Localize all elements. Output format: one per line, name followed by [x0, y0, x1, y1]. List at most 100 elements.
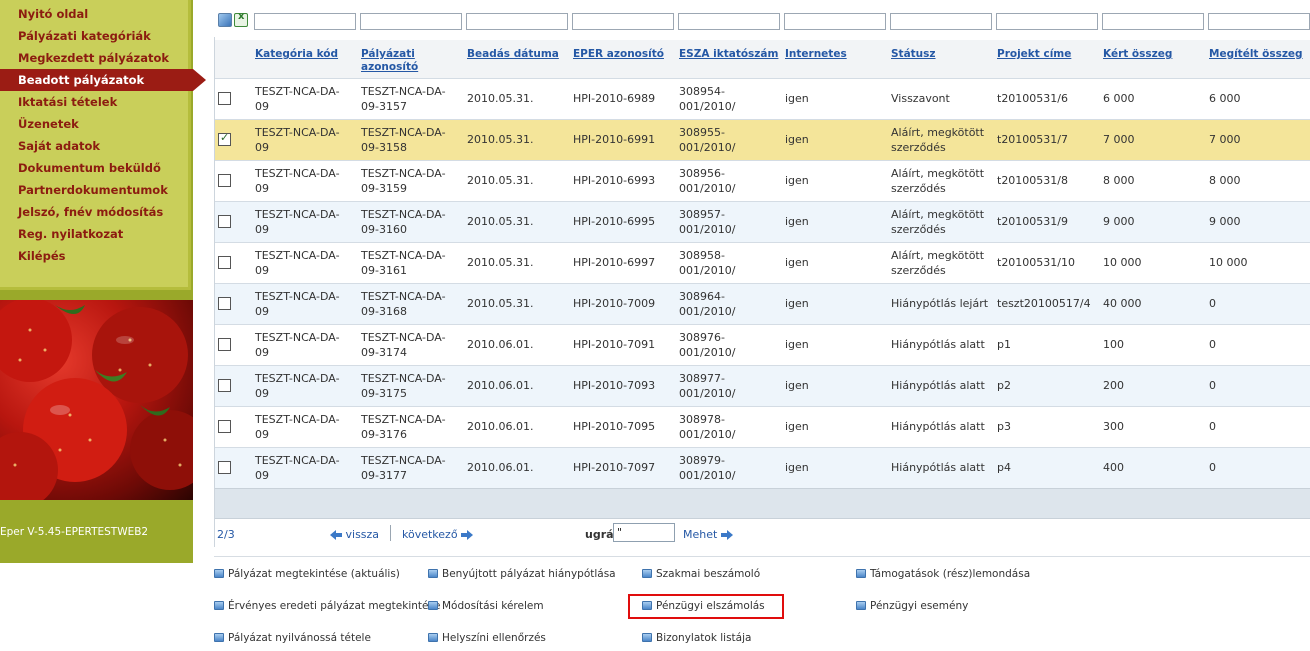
- column-filter-input[interactable]: [784, 13, 886, 30]
- prev-page-link[interactable]: vissza: [330, 528, 379, 541]
- column-header[interactable]: ESZA iktatószám: [679, 48, 778, 61]
- sidebar-item[interactable]: Jelszó, fnév módosítás: [0, 201, 188, 223]
- action-link[interactable]: Módosítási kérelem: [428, 598, 544, 614]
- goto-page-input[interactable]: ": [613, 523, 675, 542]
- column-filter-input[interactable]: [1208, 13, 1310, 30]
- table-row[interactable]: TESZT-NCA-DA- 09 TESZT-NCA-DA- 09-3157 2010.…: [215, 78, 1310, 119]
- column-filter-input[interactable]: [466, 13, 568, 30]
- column-header[interactable]: Projekt címe: [997, 48, 1071, 61]
- table-row[interactable]: TESZT-NCA-DA- 09 TESZT-NCA-DA- 09-3175 2010.…: [215, 365, 1310, 406]
- refresh-icon[interactable]: [218, 13, 232, 27]
- sidebar-item[interactable]: Iktatási tételek: [0, 91, 188, 113]
- esza-filing-number-line: 308979-: [679, 454, 725, 467]
- column-filter-input[interactable]: [996, 13, 1098, 30]
- column-filter-input[interactable]: [572, 13, 674, 30]
- column-header[interactable]: Pályázati azonosító: [361, 48, 418, 74]
- action-link[interactable]: Bizonylatok listája: [642, 630, 751, 646]
- esza-filing-number-line: 308964-: [679, 290, 725, 303]
- internet-flag: igen: [785, 256, 809, 269]
- row-checkbox[interactable]: [218, 256, 231, 269]
- action-link[interactable]: Érvényes eredeti pályázat megtekintése: [214, 598, 440, 614]
- column-filter-input[interactable]: [678, 13, 780, 30]
- submission-date: 2010.05.31.: [467, 174, 534, 187]
- column-filter-input[interactable]: [890, 13, 992, 30]
- row-checkbox[interactable]: [218, 379, 231, 392]
- table-row[interactable]: TESZT-NCA-DA- 09 TESZT-NCA-DA- 09-3160 2010.…: [215, 201, 1310, 242]
- column-header[interactable]: Státusz: [891, 48, 936, 61]
- go-button[interactable]: Mehet: [683, 528, 733, 541]
- row-checkbox[interactable]: [218, 174, 231, 187]
- requested-amount: 100: [1103, 338, 1124, 351]
- row-checkbox[interactable]: [218, 461, 231, 474]
- sidebar-item[interactable]: Kilépés: [0, 245, 188, 267]
- action-link[interactable]: Helyszíni ellenőrzés: [428, 630, 546, 646]
- requested-amount: 400: [1103, 461, 1124, 474]
- row-checkbox[interactable]: [218, 420, 231, 433]
- table-row[interactable]: TESZT-NCA-DA- 09 TESZT-NCA-DA- 09-3161 2010.…: [215, 242, 1310, 283]
- category-code-line: 09: [255, 264, 269, 277]
- application-id-line: TESZT-NCA-DA-: [361, 126, 446, 139]
- row-checkbox[interactable]: [218, 338, 231, 351]
- sidebar-item[interactable]: Saját adatok: [0, 135, 188, 157]
- category-code: TESZT-NCA-DA- 09: [255, 330, 340, 360]
- column-header-label: azonosító: [361, 61, 419, 73]
- application-id-line: TESZT-NCA-DA-: [361, 413, 446, 426]
- category-code: TESZT-NCA-DA- 09: [255, 453, 340, 483]
- table-row[interactable]: TESZT-NCA-DA- 09 TESZT-NCA-DA- 09-3176 2010.…: [215, 406, 1310, 447]
- requested-amount: 40 000: [1103, 297, 1142, 310]
- sidebar-item[interactable]: Beadott pályázatok: [0, 69, 206, 91]
- requested-amount: 200: [1103, 379, 1124, 392]
- esza-filing-number-line: 308978-: [679, 413, 725, 426]
- sidebar-item[interactable]: Megkezdett pályázatok: [0, 47, 188, 69]
- column-header[interactable]: EPER azonosító: [573, 48, 664, 61]
- application-id: TESZT-NCA-DA- 09-3161: [361, 248, 446, 278]
- action-link[interactable]: Pályázat nyilvánossá tétele: [214, 630, 371, 646]
- sidebar-item[interactable]: Üzenetek: [0, 113, 188, 135]
- row-checkbox[interactable]: [218, 92, 231, 105]
- column-filter-input[interactable]: [254, 13, 356, 30]
- sidebar-item[interactable]: Pályázati kategóriák: [0, 25, 188, 47]
- eper-id: HPI-2010-7097: [573, 461, 656, 474]
- action-link[interactable]: Pályázat megtekintése (aktuális): [214, 566, 400, 582]
- esza-filing-number-line: 308957-: [679, 208, 725, 221]
- action-link[interactable]: Támogatások (rész)lemondása: [856, 566, 1030, 582]
- column-header[interactable]: Beadás dátuma: [467, 48, 559, 61]
- esza-filing-number-line: 001/2010/: [679, 305, 736, 318]
- esza-filing-number: 308964- 001/2010/: [679, 289, 735, 319]
- action-link[interactable]: Benyújtott pályázat hiánypótlása: [428, 566, 616, 582]
- table-row[interactable]: TESZT-NCA-DA- 09 TESZT-NCA-DA- 09-3174 2010.…: [215, 324, 1310, 365]
- document-icon: [642, 633, 652, 642]
- row-checkbox[interactable]: [218, 297, 231, 310]
- action-link[interactable]: Szakmai beszámoló: [642, 566, 760, 582]
- granted-amount: 0: [1209, 297, 1216, 310]
- table-row[interactable]: TESZT-NCA-DA- 09 TESZT-NCA-DA- 09-3168 2010.…: [215, 283, 1310, 324]
- sidebar-item[interactable]: Nyitó oldal: [0, 3, 188, 25]
- sidebar-item[interactable]: Reg. nyilatkozat: [0, 223, 188, 245]
- row-checkbox[interactable]: [218, 215, 231, 228]
- column-header[interactable]: Kategória kód: [255, 48, 338, 61]
- next-page-link[interactable]: következő: [402, 528, 474, 541]
- eper-id: HPI-2010-7095: [573, 420, 656, 433]
- column-header[interactable]: Kért összeg: [1103, 48, 1172, 61]
- submission-date: 2010.06.01.: [467, 461, 534, 474]
- sidebar-item[interactable]: Dokumentum beküldő: [0, 157, 188, 179]
- version-label: Eper V-5.45-EPERTESTWEB2: [0, 526, 149, 538]
- esza-filing-number: 308977- 001/2010/: [679, 371, 735, 401]
- column-header[interactable]: Megítélt összeg: [1209, 48, 1303, 61]
- column-header[interactable]: Internetes: [785, 48, 847, 61]
- action-link[interactable]: Pénzügyi esemény: [856, 598, 968, 614]
- filter-row: [214, 10, 1310, 34]
- table-row[interactable]: TESZT-NCA-DA- 09 TESZT-NCA-DA- 09-3159 2010.…: [215, 160, 1310, 201]
- row-checkbox-checked[interactable]: [218, 131, 231, 146]
- submission-date: 2010.05.31.: [467, 297, 534, 310]
- sidebar-item[interactable]: Partnerdokumentumok: [0, 179, 188, 201]
- esza-filing-number: 308978- 001/2010/: [679, 412, 735, 442]
- table-row[interactable]: TESZT-NCA-DA- 09 TESZT-NCA-DA- 09-3158 2010.…: [215, 119, 1310, 160]
- column-filter-input[interactable]: [1102, 13, 1204, 30]
- table-row[interactable]: TESZT-NCA-DA- 09 TESZT-NCA-DA- 09-3177 2010.…: [215, 447, 1310, 488]
- status-line: Aláírt, megkötött: [891, 208, 985, 221]
- application-id-line: 09-3168: [361, 305, 407, 318]
- application-id-line: 09-3161: [361, 264, 407, 277]
- excel-export-icon[interactable]: [234, 11, 248, 27]
- column-filter-input[interactable]: [360, 13, 462, 30]
